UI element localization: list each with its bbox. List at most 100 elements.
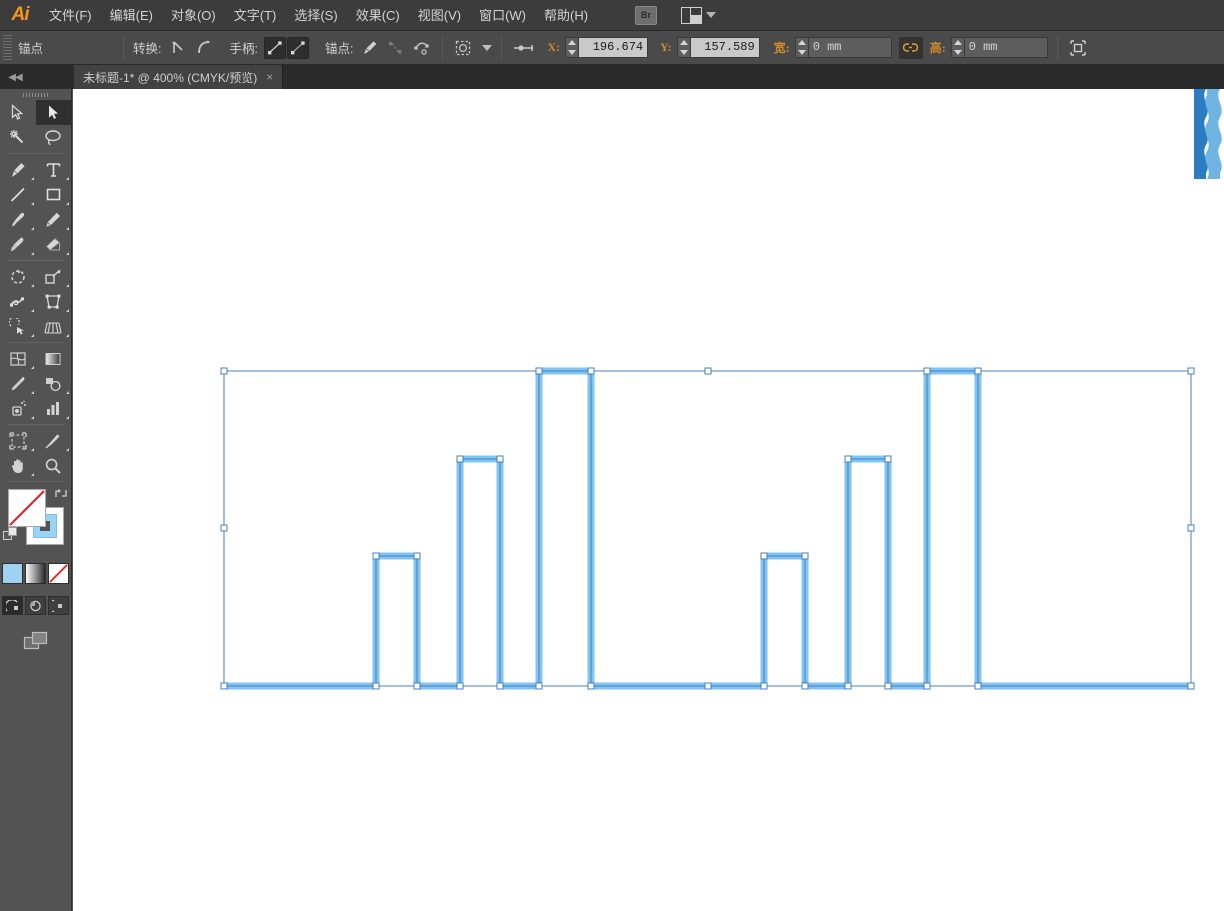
convert-buttons	[167, 37, 215, 59]
direct-selection-tool[interactable]	[35, 100, 71, 125]
eraser-tool[interactable]	[36, 232, 72, 257]
tool-flyout-indicator	[66, 202, 69, 205]
document-tab[interactable]: 未标题-1* @ 400% (CMYK/预览) ×	[74, 65, 284, 89]
control-bar-grip[interactable]	[3, 34, 12, 61]
paintbrush-tool[interactable]	[0, 207, 36, 232]
draw-behind-button[interactable]	[25, 596, 46, 615]
width-stepper[interactable]	[794, 37, 808, 58]
hand-tool[interactable]	[0, 453, 36, 478]
height-label: 高:	[929, 41, 946, 55]
document-canvas[interactable]	[73, 89, 1224, 911]
menu-window[interactable]: 窗口(W)	[470, 0, 535, 31]
x-position-field[interactable]: X: 196.674	[547, 37, 649, 58]
height-field[interactable]: 高: 0 mm	[930, 37, 1048, 58]
artboard-tool[interactable]	[0, 428, 36, 453]
none-mode-button[interactable]	[48, 563, 69, 584]
anchor-buttons	[359, 37, 433, 59]
line-segment-tool[interactable]	[0, 182, 36, 207]
tool-flyout-indicator	[66, 416, 69, 419]
divider	[7, 260, 64, 261]
menu-effect[interactable]: 效果(C)	[347, 0, 409, 31]
tool-flyout-indicator	[66, 334, 69, 337]
collapse-panel-icon[interactable]: ◀◀	[2, 65, 28, 89]
swap-fill-stroke-icon[interactable]	[54, 487, 68, 503]
y-stepper[interactable]	[676, 37, 690, 58]
blend-tool[interactable]	[36, 371, 72, 396]
tool-flyout-indicator	[66, 309, 69, 312]
height-input[interactable]: 0 mm	[963, 37, 1048, 58]
tool-flyout-indicator	[66, 227, 69, 230]
tool-flyout-indicator	[30, 227, 34, 230]
cut-path-icon[interactable]	[411, 37, 433, 59]
align-transform-icon[interactable]	[1067, 37, 1089, 59]
x-input[interactable]: 196.674	[578, 37, 649, 58]
anchor-points	[220, 367, 1195, 690]
isolate-selected-icon[interactable]	[452, 37, 474, 59]
eyedropper-tool[interactable]	[0, 371, 36, 396]
selection-bounding-box	[223, 370, 1192, 687]
menu-edit[interactable]: 编辑(E)	[101, 0, 162, 31]
magic-wand-tool[interactable]	[0, 125, 36, 150]
y-input[interactable]: 157.589	[689, 37, 760, 58]
default-fill-stroke-icon[interactable]	[3, 527, 19, 548]
lasso-tool[interactable]	[36, 125, 72, 150]
convert-to-smooth-icon[interactable]	[193, 37, 215, 59]
mesh-tool[interactable]	[0, 346, 36, 371]
x-stepper[interactable]	[565, 37, 579, 58]
transform-handle-icon[interactable]	[511, 37, 537, 59]
column-graph-tool[interactable]	[36, 396, 72, 421]
tool-flyout-indicator	[30, 177, 34, 180]
perspective-grid-tool[interactable]	[36, 314, 72, 339]
connect-anchors-icon[interactable]	[385, 37, 407, 59]
zoom-tool[interactable]	[36, 453, 72, 478]
width-tool[interactable]	[0, 289, 36, 314]
close-icon[interactable]: ×	[266, 70, 273, 84]
tool-flyout-indicator	[30, 391, 34, 394]
tools-panel-grip[interactable]	[0, 89, 71, 100]
change-screen-mode-button[interactable]	[23, 631, 49, 656]
workspace-switcher[interactable]	[681, 6, 717, 24]
draw-inside-button[interactable]	[48, 596, 69, 615]
tools-group-transform	[0, 264, 71, 339]
selection-tool[interactable]	[0, 100, 36, 125]
symbol-sprayer-tool[interactable]	[0, 396, 36, 421]
y-position-field[interactable]: Y: 157.589	[660, 37, 760, 58]
width-input[interactable]: 0 mm	[807, 37, 892, 58]
scale-tool[interactable]	[36, 264, 72, 289]
free-transform-tool[interactable]	[36, 289, 72, 314]
gradient-mode-button[interactable]	[25, 563, 46, 584]
link-dimensions-button[interactable]	[898, 36, 923, 59]
show-handles-icon[interactable]	[263, 36, 286, 59]
blob-brush-tool[interactable]	[0, 232, 36, 257]
hide-handles-icon[interactable]	[286, 36, 309, 59]
width-field[interactable]: 宽: 0 mm	[774, 37, 892, 58]
tool-flyout-indicator	[30, 202, 34, 205]
type-tool[interactable]	[36, 157, 72, 182]
drawing-mode-buttons	[0, 596, 71, 615]
gradient-tool[interactable]	[36, 346, 72, 371]
shape-builder-tool[interactable]	[0, 314, 36, 339]
menu-type[interactable]: 文字(T)	[225, 0, 286, 31]
artwork-path[interactable]	[73, 89, 1224, 911]
slice-tool[interactable]	[36, 428, 72, 453]
pencil-tool[interactable]	[36, 207, 72, 232]
rotate-tool[interactable]	[0, 264, 36, 289]
fill-swatch[interactable]	[8, 489, 46, 527]
tool-flyout-indicator	[30, 448, 34, 451]
menu-select[interactable]: 选择(S)	[285, 0, 346, 31]
menu-help[interactable]: 帮助(H)	[535, 0, 597, 31]
rectangle-tool[interactable]	[36, 182, 72, 207]
draw-normal-button[interactable]	[2, 596, 23, 615]
pen-tool[interactable]	[0, 157, 36, 182]
height-stepper[interactable]	[950, 37, 964, 58]
fill-stroke-controls	[0, 487, 71, 559]
remove-anchor-pen-icon[interactable]	[359, 37, 381, 59]
menu-view[interactable]: 视图(V)	[409, 0, 470, 31]
menu-object[interactable]: 对象(O)	[162, 0, 225, 31]
bridge-button[interactable]: Br	[635, 5, 658, 25]
color-mode-button[interactable]	[2, 563, 23, 584]
menu-file[interactable]: 文件(F)	[40, 0, 101, 31]
change-screen-mode-row	[0, 631, 71, 656]
chevron-down-icon[interactable]	[482, 44, 493, 51]
convert-to-corner-icon[interactable]	[167, 37, 189, 59]
